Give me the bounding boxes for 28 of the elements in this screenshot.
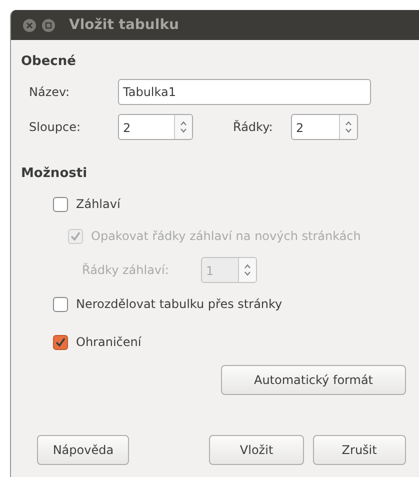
spin-arrows-icon[interactable] (339, 114, 357, 138)
spinner-value: 2 (122, 120, 132, 136)
checkbox-label: Záhlaví (76, 196, 120, 213)
checkbox[interactable] (53, 334, 68, 350)
section-heading: Obecné (21, 54, 76, 69)
window-title: Vložit tabulku (69, 16, 179, 34)
checkbox[interactable] (53, 296, 68, 312)
field-label: Řádky: (233, 118, 274, 136)
name-field[interactable]: Tabulka1 (118, 78, 371, 104)
section-heading: Možnosti (21, 166, 88, 180)
checkbox[interactable] (53, 196, 68, 212)
dialog-button[interactable]: Zrušit (312, 435, 406, 465)
checkbox-label: Ohraničení (76, 334, 142, 351)
dialog-button[interactable]: Nápověda (37, 435, 130, 465)
columns-spinner[interactable]: 2 (118, 114, 193, 140)
spin-arrows-icon[interactable] (174, 114, 192, 138)
maximize-icon[interactable] (42, 18, 55, 32)
spinner-value: 1 (205, 263, 215, 280)
field-label: Název: (29, 84, 70, 100)
dialog-button[interactable]: Vložit (209, 435, 304, 465)
spinner-value: 2 (295, 120, 305, 136)
field-label: Sloupce: (29, 118, 82, 136)
checkbox-label: Opakovat řádky záhlaví na nových stránkách (91, 228, 361, 245)
field-label: Řádky záhlaví: (81, 262, 170, 279)
autoformat-button[interactable]: Automatický formát (221, 365, 406, 395)
close-icon[interactable] (23, 18, 36, 32)
rows-spinner[interactable]: 2 (291, 114, 358, 140)
checkbox-label: Nerozdělovat tabulku přes stránky (76, 296, 282, 313)
